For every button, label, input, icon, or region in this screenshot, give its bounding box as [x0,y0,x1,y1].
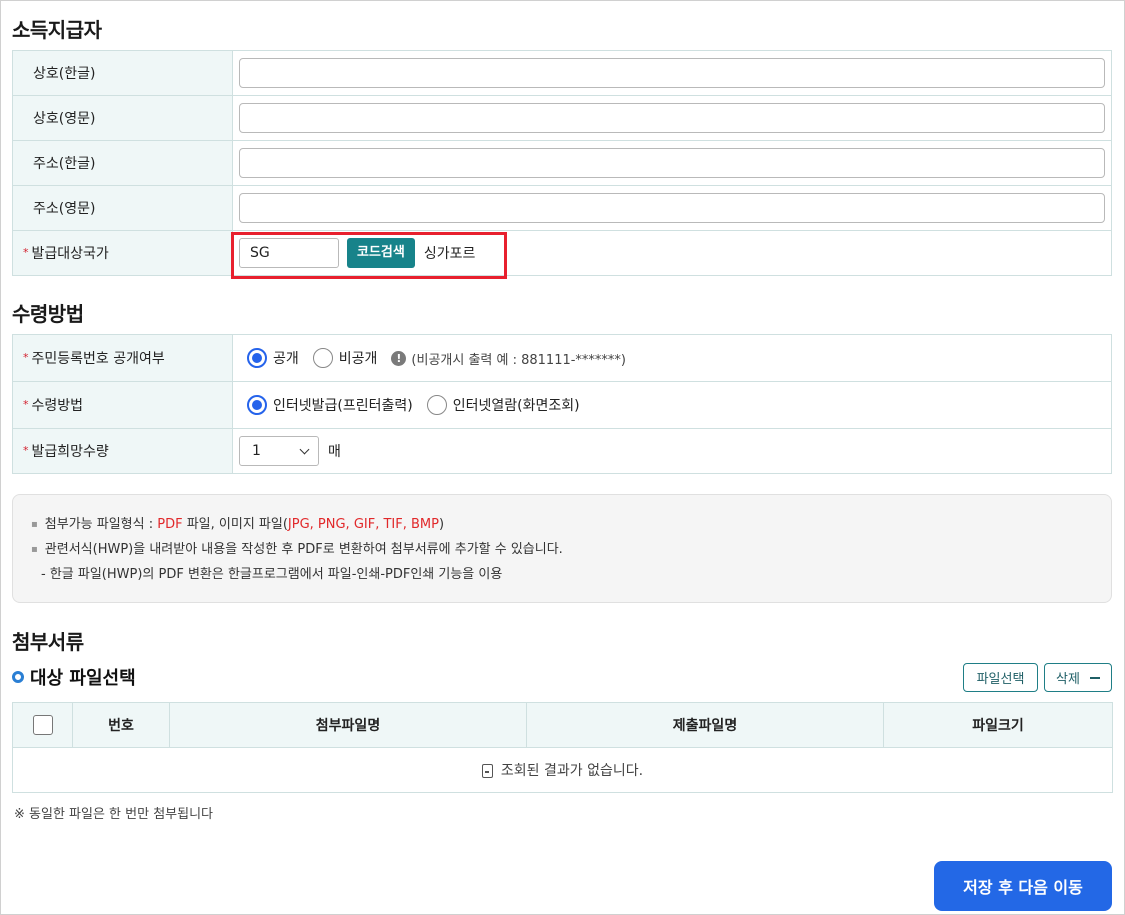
radio-checked-icon [247,395,267,415]
address-korean-label: 주소(한글) [12,140,233,186]
required-mark: * [23,398,29,411]
column-header-filesize: 파일크기 [883,702,1113,748]
info-icon: ! [391,350,407,366]
quantity-select-value: 1 [252,443,261,459]
notice-line1-middle: 파일, 이미지 파일( [182,517,288,532]
attachments-header-row: 번호 첨부파일명 제출파일명 파일크기 [12,702,1113,748]
notice-line1-prefix: 첨부가능 파일형식 : [44,517,158,532]
highlight-annotation-box [231,232,507,279]
ring-bullet-icon [12,671,24,683]
issuer-section-title: 소득지급자 [12,18,102,42]
save-and-next-button[interactable]: 저장 후 다음 이동 [934,861,1112,911]
radio-unchecked-icon [426,395,447,415]
column-header-attached-filename: 첨부파일명 [169,702,527,748]
column-header-number: 번호 [72,702,170,748]
attachments-section-title: 첨부서류 [12,630,84,654]
attachments-table: 번호 첨부파일명 제출파일명 파일크기 조회된 결과가 없습니다. [12,702,1113,793]
target-country-row: * 발급대상국가 SG 코드검색 싱가포르 [12,230,1112,276]
rrn-disclosure-row: * 주민등록번호 공개여부 공개 비공개 ! (비공개시 출력 예 : 88111… [12,334,1112,382]
target-country-label-cell: * 발급대상국가 [12,230,233,276]
document-icon [481,764,493,778]
radio-internet-view[interactable]: 인터넷열람(화면조회) [426,395,580,415]
radio-private[interactable]: 비공개 [312,348,378,368]
notice-line1-suffix: ) [438,517,445,532]
quantity-label: 발급희망수량 [31,444,109,460]
notice-image-formats: JPG, PNG, GIF, TIF, BMP [287,517,439,532]
address-english-row: 주소(영문) [12,185,1112,231]
column-header-submitted-filename: 제출파일명 [526,702,884,748]
notice-pdf-format: PDF [157,517,183,532]
required-mark: * [23,444,29,457]
quantity-unit: 매 [328,444,341,460]
required-mark: * [23,246,29,259]
quantity-label-cell: * 발급희망수량 [12,428,233,474]
quantity-row: * 발급희망수량 1 매 [12,428,1112,474]
delete-button[interactable]: 삭제 [1044,663,1112,692]
rrn-disclosure-label-cell: * 주민등록번호 공개여부 [12,334,233,382]
select-all-cell [12,702,73,748]
radio-unchecked-icon [312,348,333,368]
receipt-section-title: 수령방법 [12,302,84,326]
address-english-label: 주소(영문) [12,185,233,231]
radio-public-label: 공개 [273,351,299,367]
radio-private-label: 비공개 [338,351,378,367]
address-korean-row: 주소(한글) [12,140,1112,186]
company-english-input[interactable] [239,103,1105,133]
notice-line2-text: 관련서식(HWP)을 내려받아 내용을 작성한 후 PDF로 변환하여 첨부서류… [44,542,563,557]
issuer-form-table: 상호(한글) 상호(영문) 주소(한글) 주소(영문) * 발급대상국가 SG 코… [12,50,1112,276]
notice-line-2: ▪ 관련서식(HWP)을 내려받아 내용을 작성한 후 PDF로 변환하여 첨부… [31,540,1111,565]
company-korean-row: 상호(한글) [12,50,1112,96]
delete-button-label: 삭제 [1056,672,1080,687]
notice-line-3: - 한글 파일(HWP)의 PDF 변환은 한글프로그램에서 파일-인쇄-PDF… [31,565,1111,590]
company-korean-label: 상호(한글) [12,50,233,96]
quantity-field-group: 1 매 [239,436,1105,466]
address-english-input[interactable] [239,193,1105,223]
minus-icon [1089,676,1100,679]
bullet-icon: ▪ [31,544,38,555]
address-korean-input[interactable] [239,148,1105,178]
rrn-hint-text: (비공개시 출력 예 : 881111-*******) [411,352,626,368]
target-file-select-heading: 대상 파일선택 [12,664,136,690]
empty-result-row: 조회된 결과가 없습니다. [12,747,1113,793]
radio-internet-issue[interactable]: 인터넷발급(프린터출력) [247,395,413,415]
empty-result-cell: 조회된 결과가 없습니다. [12,747,1113,793]
target-file-select-label: 대상 파일선택 [30,668,136,689]
notice-line-1: ▪ 첨부가능 파일형식 : PDF 파일, 이미지 파일(JPG, PNG, G… [31,515,1111,540]
receipt-form-table: * 주민등록번호 공개여부 공개 비공개 ! (비공개시 출력 예 : 88111… [12,334,1112,474]
radio-checked-icon [247,348,267,368]
radio-internet-view-label: 인터넷열람(화면조회) [452,398,580,414]
target-country-label: 발급대상국가 [31,246,109,262]
rrn-disclosure-label: 주민등록번호 공개여부 [31,351,165,367]
company-english-label: 상호(영문) [12,95,233,141]
chevron-down-icon [299,444,310,454]
rrn-disclosure-radio-group: 공개 비공개 ! (비공개시 출력 예 : 881111-*******) [239,335,1105,381]
receipt-method-label: 수령방법 [31,398,84,414]
receipt-method-radio-group: 인터넷발급(프린터출력) 인터넷열람(화면조회) [239,382,1105,428]
empty-result-message: 조회된 결과가 없습니다. [500,763,644,779]
company-english-row: 상호(영문) [12,95,1112,141]
radio-public[interactable]: 공개 [247,348,299,368]
quantity-select[interactable]: 1 [239,436,319,466]
radio-internet-issue-label: 인터넷발급(프린터출력) [273,398,413,414]
file-format-notice: ▪ 첨부가능 파일형식 : PDF 파일, 이미지 파일(JPG, PNG, G… [12,494,1112,603]
receipt-method-row: * 수령방법 인터넷발급(프린터출력) 인터넷열람(화면조회) [12,381,1112,429]
file-select-button[interactable]: 파일선택 [963,663,1038,692]
company-korean-input[interactable] [239,58,1105,88]
duplicate-file-footnote: ※ 동일한 파일은 한 번만 첨부됩니다 [14,807,213,822]
select-all-checkbox[interactable] [32,715,53,735]
notice-line3-text: - 한글 파일(HWP)의 PDF 변환은 한글프로그램에서 파일-인쇄-PDF… [41,567,503,582]
receipt-method-label-cell: * 수령방법 [12,381,233,429]
required-mark: * [23,351,29,364]
bullet-icon: ▪ [31,519,38,530]
